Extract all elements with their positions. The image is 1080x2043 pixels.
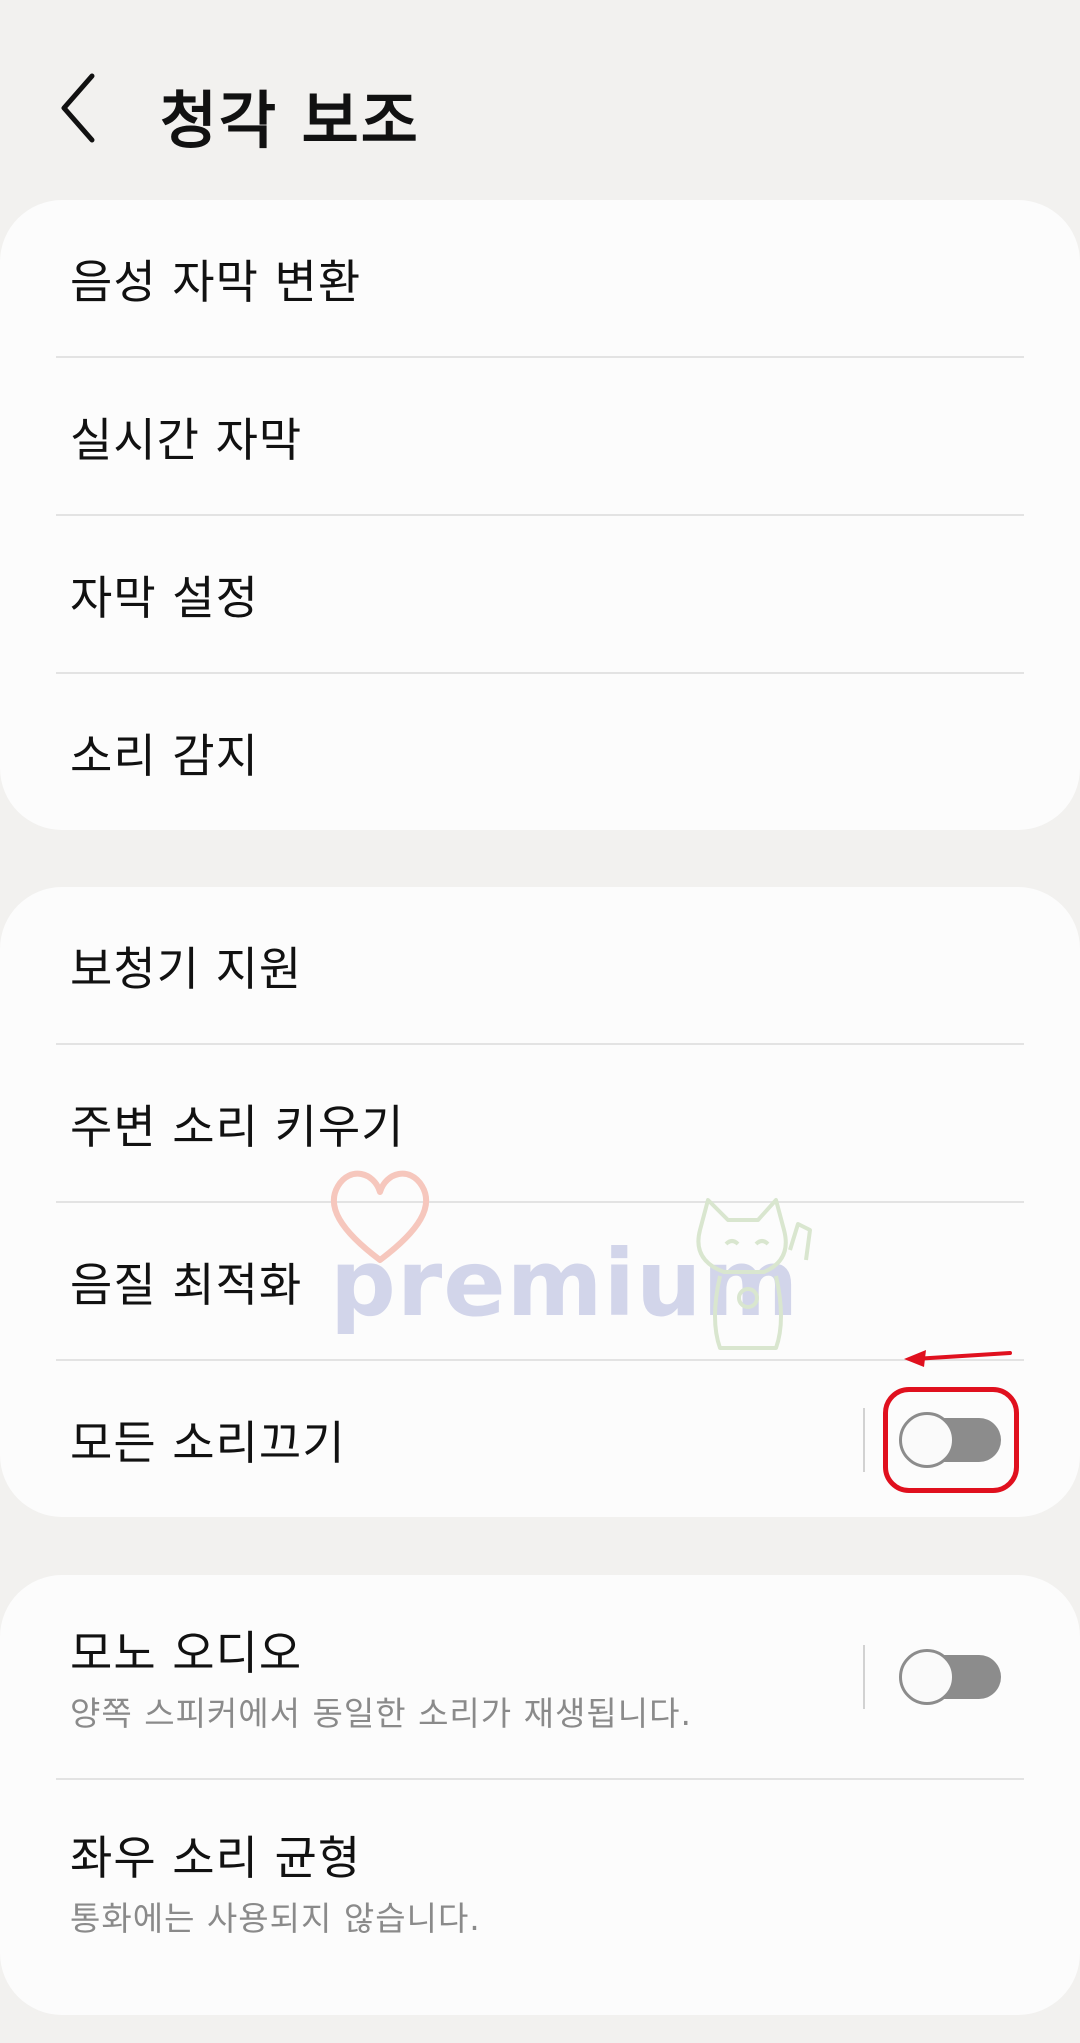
list-item-label: 음성 자막 변환 (70, 255, 362, 309)
page-title: 청각 보조 (160, 84, 420, 157)
list-item-description: 통화에는 사용되지 않습니다. (70, 1899, 481, 1938)
list-item-description: 양쪽 스피커에서 동일한 소리가 재생됩니다. (70, 1694, 692, 1733)
accessibility-hearing-screen: 청각 보조 음성 자막 변환 실시간 자막 자막 설정 소리 감지 보청기 지원… (0, 0, 1080, 2043)
highlight-annotation (883, 1387, 1019, 1493)
toggle-knob (899, 1649, 955, 1705)
divider (863, 1408, 865, 1472)
list-item-label: 주변 소리 키우기 (70, 1100, 405, 1154)
app-bar: 청각 보조 (0, 0, 1080, 200)
list-item-label: 모노 오디오 (70, 1626, 303, 1680)
mono-audio-toggle[interactable] (899, 1649, 1003, 1705)
list-item-label: 자막 설정 (70, 571, 259, 625)
divider (863, 1645, 865, 1709)
chevron-left-icon (61, 73, 95, 143)
list-item-live-transcribe[interactable]: 음성 자막 변환 (0, 200, 1080, 358)
list-item-live-caption[interactable]: 실시간 자막 (0, 358, 1080, 516)
list-item-left-right-balance[interactable]: 좌우 소리 균형 통화에는 사용되지 않습니다. (0, 1780, 1080, 1985)
list-item-label: 보청기 지원 (70, 942, 303, 996)
list-item-label: 음질 최적화 (70, 1258, 303, 1312)
list-item-sound-notifications[interactable]: 소리 감지 (0, 674, 1080, 830)
list-item-hearing-aid-support[interactable]: 보청기 지원 (0, 887, 1080, 1045)
list-item-caption-settings[interactable]: 자막 설정 (0, 516, 1080, 674)
back-button[interactable] (58, 72, 118, 152)
list-item-mono-audio[interactable]: 모노 오디오 양쪽 스피커에서 동일한 소리가 재생됩니다. (0, 1575, 1080, 1780)
arrow-left-icon (904, 1350, 1012, 1367)
list-item-label: 좌우 소리 균형 (70, 1831, 362, 1885)
settings-group-audio: 모노 오디오 양쪽 스피커에서 동일한 소리가 재생됩니다. 좌우 소리 균형 … (0, 1575, 1080, 2015)
list-item-label: 모든 소리끄기 (70, 1416, 346, 1470)
list-item-adapt-sound[interactable]: 음질 최적화 (0, 1203, 1080, 1361)
list-item-label: 실시간 자막 (70, 413, 303, 467)
list-item-amplify-ambient-sound[interactable]: 주변 소리 키우기 (0, 1045, 1080, 1203)
list-item-label: 소리 감지 (70, 729, 259, 783)
settings-group-captions: 음성 자막 변환 실시간 자막 자막 설정 소리 감지 (0, 200, 1080, 830)
